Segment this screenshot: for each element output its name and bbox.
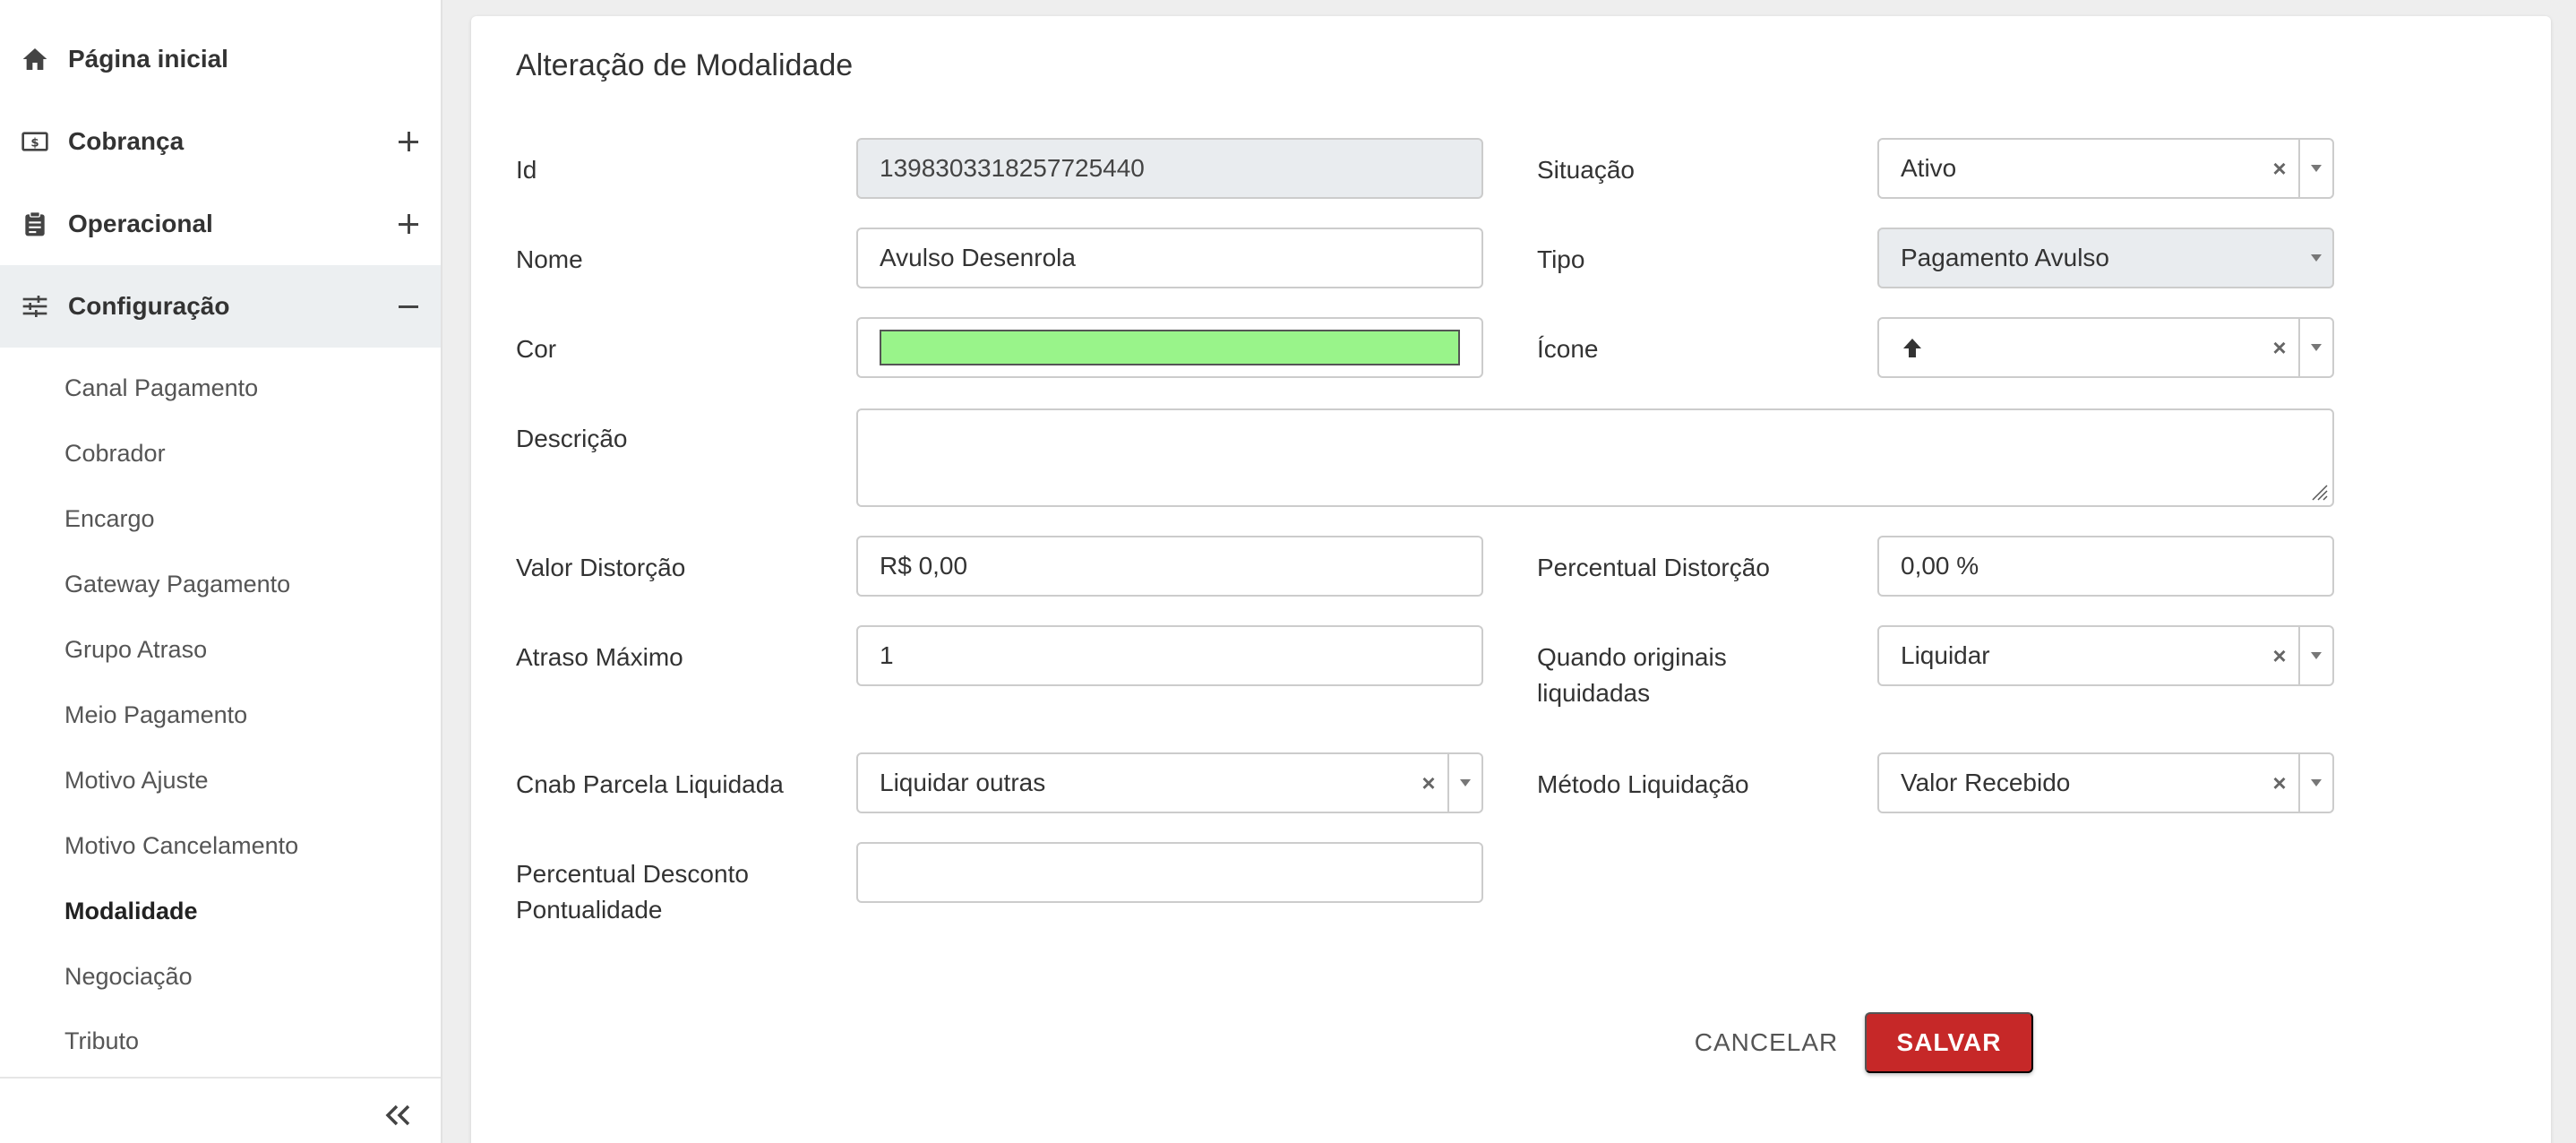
clear-icon[interactable]: × (1415, 754, 1442, 812)
id-field: 1398303318257725440 (856, 138, 1483, 199)
situacao-value: Ativo (1901, 154, 1957, 182)
nav-label: Configuração (68, 292, 230, 320)
chevron-down-icon[interactable] (2300, 319, 2332, 376)
collapse-minus-icon[interactable] (396, 294, 421, 319)
nav-label: Cobrança (68, 127, 185, 155)
nav-item-operacional[interactable]: Operacional (0, 183, 441, 265)
nav-item-cobranca[interactable]: $ Cobrança (0, 100, 441, 183)
clear-icon[interactable]: × (2266, 754, 2293, 812)
clear-icon[interactable]: × (2266, 140, 2293, 197)
cnab-label: Cnab Parcela Liquidada (516, 770, 784, 798)
expand-plus-icon[interactable] (396, 129, 421, 154)
descricao-label: Descrição (516, 425, 628, 452)
valor-distorcao-input[interactable]: R$ 0,00 (856, 536, 1483, 597)
percentual-desconto-input[interactable] (856, 842, 1483, 903)
id-label: Id (516, 156, 537, 184)
svg-text:$: $ (30, 136, 39, 150)
double-chevron-left-icon[interactable] (382, 1102, 414, 1129)
metodo-liquidacao-label: Método Liquidação (1537, 770, 1749, 798)
submenu-item-negociacao[interactable]: Negociação (64, 958, 193, 994)
quando-originais-label-line2: liquidadas (1537, 679, 1651, 707)
icone-label: Ícone (1537, 335, 1599, 363)
tipo-label: Tipo (1537, 245, 1585, 273)
tipo-select: Pagamento Avulso (1877, 228, 2334, 288)
sidebar: Página inicial $ Cobrança Operacional Co… (0, 0, 442, 1143)
submenu-item-canal-pagamento[interactable]: Canal Pagamento (64, 370, 258, 406)
form-card: Alteração de Modalidade Id 1398303318257… (471, 16, 2551, 1143)
valor-distorcao-label: Valor Distorção (516, 554, 686, 581)
home-icon (20, 44, 50, 74)
quando-originais-label-line1: Quando originais (1537, 643, 1727, 671)
nome-input[interactable]: Avulso Desenrola (856, 228, 1483, 288)
percentual-desconto-label-line2: Pontualidade (516, 896, 663, 924)
submenu-item-cobrador[interactable]: Cobrador (64, 435, 166, 471)
nav-item-configuracao[interactable]: Configuração (0, 265, 441, 348)
quando-originais-select[interactable]: Liquidar × (1877, 625, 2334, 686)
clear-icon[interactable]: × (2266, 319, 2293, 376)
money-icon: $ (20, 126, 50, 157)
atraso-maximo-input[interactable]: 1 (856, 625, 1483, 686)
submenu-item-modalidade[interactable]: Modalidade (64, 893, 198, 929)
percentual-desconto-label-line1: Percentual Desconto (516, 860, 749, 888)
metodo-liquidacao-value: Valor Recebido (1901, 769, 2071, 796)
situacao-label: Situação (1537, 156, 1635, 184)
nav-item-pagina-inicial[interactable]: Página inicial (0, 18, 441, 100)
chevron-down-icon[interactable] (2300, 140, 2332, 197)
icone-select[interactable]: × (1877, 317, 2334, 378)
resize-handle-icon[interactable] (2309, 482, 2329, 502)
expand-plus-icon[interactable] (396, 211, 421, 236)
cor-label: Cor (516, 335, 557, 363)
page-title: Alteração de Modalidade (516, 48, 854, 82)
chevron-down-icon (2300, 229, 2332, 287)
submenu-item-meio-pagamento[interactable]: Meio Pagamento (64, 697, 247, 733)
cor-input[interactable] (856, 317, 1483, 378)
percentual-distorcao-input[interactable]: 0,00 % (1877, 536, 2334, 597)
atraso-maximo-label: Atraso Máximo (516, 643, 683, 671)
cnab-value: Liquidar outras (880, 769, 1046, 796)
quando-originais-value: Liquidar (1901, 641, 1990, 669)
clear-icon[interactable]: × (2266, 627, 2293, 684)
sidebar-footer (0, 1077, 441, 1143)
tipo-value: Pagamento Avulso (1901, 244, 2109, 271)
submenu-item-grupo-atraso[interactable]: Grupo Atraso (64, 632, 207, 667)
chevron-down-icon[interactable] (2300, 627, 2332, 684)
chevron-down-icon[interactable] (1449, 754, 1481, 812)
nav-label: Operacional (68, 210, 213, 237)
nome-label: Nome (516, 245, 583, 273)
submenu-item-gateway-pagamento[interactable]: Gateway Pagamento (64, 566, 290, 602)
nav-label: Página inicial (68, 45, 228, 73)
chevron-down-icon[interactable] (2300, 754, 2332, 812)
metodo-liquidacao-select[interactable]: Valor Recebido × (1877, 752, 2334, 813)
arrow-up-icon (1901, 319, 1924, 376)
save-button[interactable]: SALVAR (1865, 1012, 2033, 1073)
submenu-item-tributo[interactable]: Tributo (64, 1023, 139, 1059)
cancel-button[interactable]: CANCELAR (1659, 1012, 1874, 1073)
color-swatch (880, 330, 1460, 365)
submenu-item-encargo[interactable]: Encargo (64, 501, 155, 537)
submenu-item-motivo-ajuste[interactable]: Motivo Ajuste (64, 762, 209, 798)
sliders-icon (20, 291, 50, 322)
percentual-distorcao-label: Percentual Distorção (1537, 554, 1770, 581)
clipboard-icon (20, 209, 50, 239)
submenu-item-motivo-cancelamento[interactable]: Motivo Cancelamento (64, 828, 298, 864)
cnab-select[interactable]: Liquidar outras × (856, 752, 1483, 813)
descricao-textarea[interactable] (856, 408, 2334, 507)
situacao-select[interactable]: Ativo × (1877, 138, 2334, 199)
